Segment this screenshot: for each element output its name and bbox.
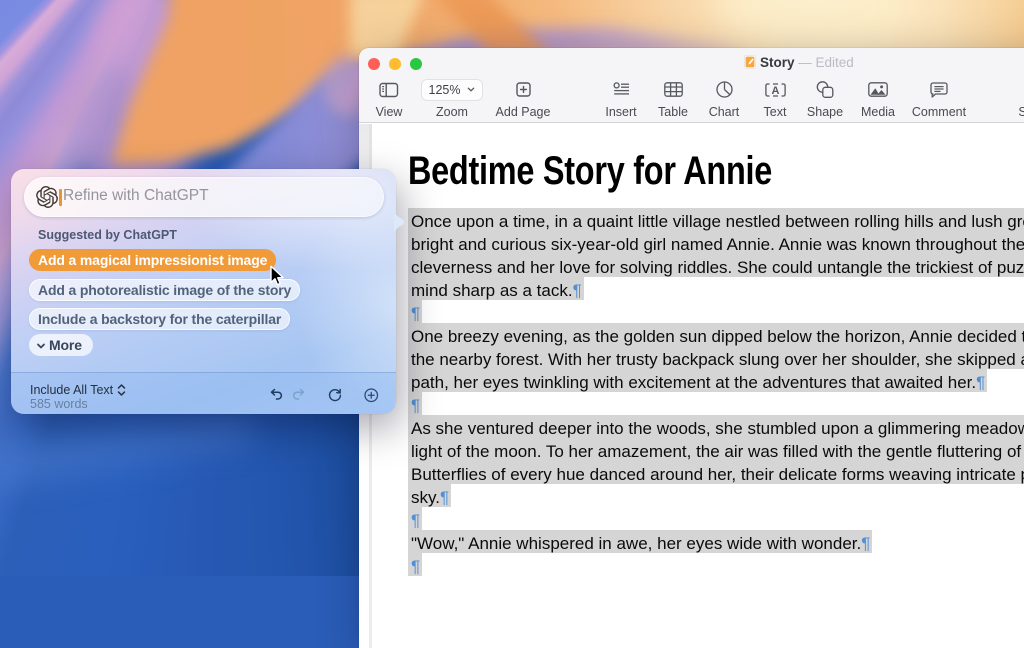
svg-text:A: A bbox=[771, 84, 779, 96]
